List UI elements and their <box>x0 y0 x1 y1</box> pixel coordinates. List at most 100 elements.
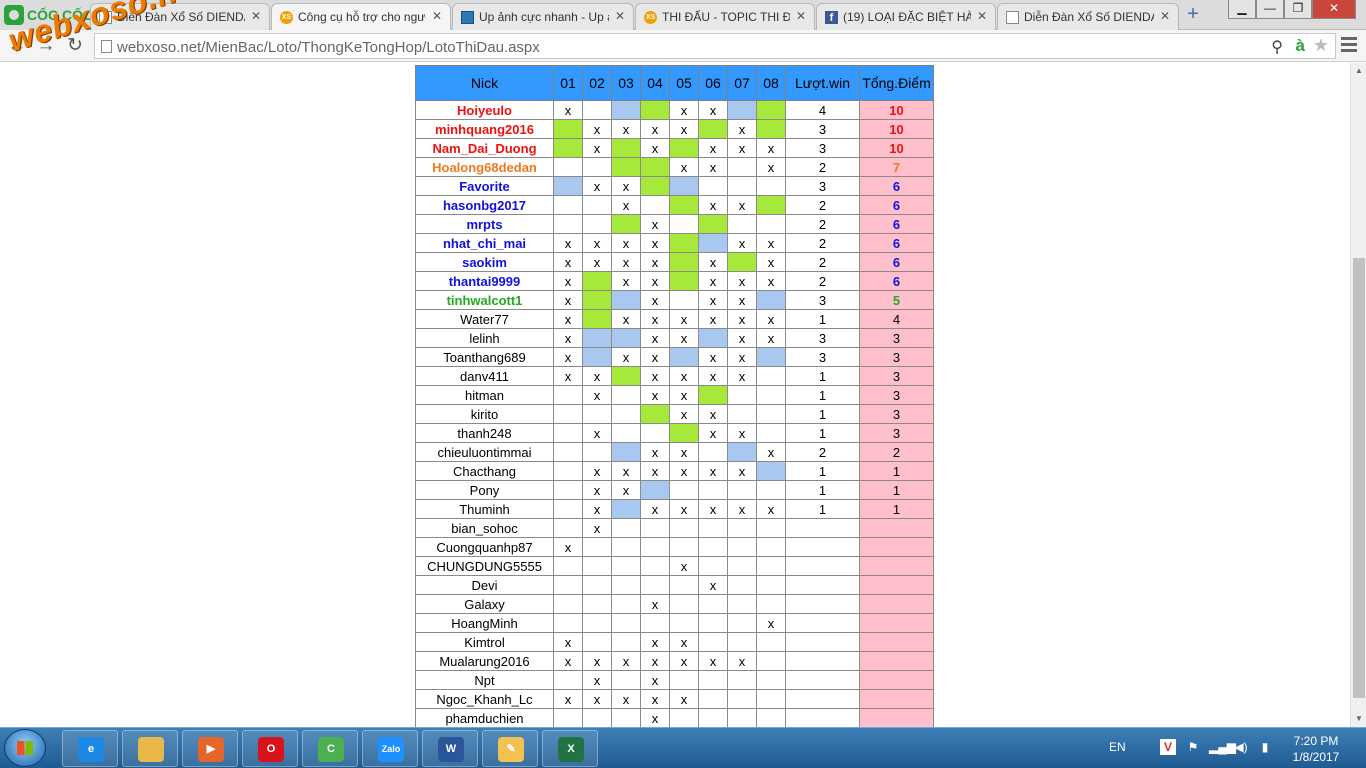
nick-cell[interactable]: kirito <box>415 404 554 424</box>
pick-cell-05 <box>669 252 699 272</box>
tab-2-active[interactable]: XS Công cụ hỗ trợ cho người ✕ <box>271 3 451 30</box>
scroll-up-icon[interactable]: ▲ <box>1351 63 1366 79</box>
column-header-02[interactable]: 02 <box>582 65 612 101</box>
taskbar-button[interactable]: Zalo <box>362 730 418 767</box>
url-text[interactable]: webxoso.net/MienBac/Loto/ThongKeTongHop/… <box>117 39 540 56</box>
search-icon[interactable]: ⚲ <box>1271 37 1283 57</box>
nick-cell[interactable]: Chacthang <box>415 461 554 481</box>
column-header-08[interactable]: 08 <box>756 65 786 101</box>
column-header-07[interactable]: 07 <box>727 65 757 101</box>
flag-icon[interactable]: ⚑ <box>1185 739 1201 755</box>
clock-time[interactable]: 7:20 PM <box>1288 734 1344 748</box>
nick-cell[interactable]: mrpts <box>415 214 554 234</box>
nick-cell[interactable]: Galaxy <box>415 594 554 614</box>
bookmark-star-icon[interactable]: ★ <box>1313 35 1329 56</box>
window-close-button[interactable]: ✕ <box>1312 0 1356 19</box>
nick-cell[interactable]: nhat_chi_mai <box>415 233 554 253</box>
nick-cell[interactable]: danv411 <box>415 366 554 386</box>
tab-4[interactable]: XS THI ĐẤU - TOPIC THI ĐẤU ✕ <box>635 3 815 30</box>
nick-cell[interactable]: Ngoc_Khanh_Lc <box>415 689 554 709</box>
taskbar-button[interactable]: C <box>302 730 358 767</box>
close-icon[interactable]: ✕ <box>615 9 625 23</box>
nick-cell[interactable]: Favorite <box>415 176 554 196</box>
nick-cell[interactable]: minhquang2016 <box>415 119 554 139</box>
tab-3[interactable]: Up ảnh cực nhanh - Up ảnh ✕ <box>452 3 634 30</box>
volume-icon[interactable]: ◀) <box>1233 739 1249 755</box>
nick-cell[interactable]: phamduchien <box>415 708 554 727</box>
table-row: saokim x x x x x x 2 6 <box>415 252 934 272</box>
taskbar-button[interactable] <box>122 730 178 767</box>
column-header-wins[interactable]: Lượt.win <box>785 65 860 101</box>
taskbar-button[interactable]: e <box>62 730 118 767</box>
pick-cell-02 <box>582 575 612 595</box>
nick-cell[interactable]: Cuongquanhp87 <box>415 537 554 557</box>
nick-cell[interactable]: Nam_Dai_Duong <box>415 138 554 158</box>
nick-cell[interactable]: Hoiyeulo <box>415 100 554 120</box>
pick-cell-01: x <box>553 309 583 329</box>
restore-button[interactable]: — <box>1256 0 1284 19</box>
close-icon[interactable]: ✕ <box>977 9 987 23</box>
wins-cell <box>785 537 860 557</box>
table-header-row: Nick 01 02 03 04 05 06 07 08 Lượt.win Tổ… <box>415 65 934 101</box>
close-icon[interactable]: ✕ <box>796 9 806 23</box>
start-button[interactable] <box>4 729 46 767</box>
nick-cell[interactable]: tinhwalcott1 <box>415 290 554 310</box>
nick-cell[interactable]: bian_sohoc <box>415 518 554 538</box>
menu-icon[interactable] <box>1338 34 1360 56</box>
wins-cell: 1 <box>785 404 860 424</box>
scrollbar-thumb[interactable] <box>1353 258 1365 698</box>
column-header-03[interactable]: 03 <box>611 65 641 101</box>
vietnamese-input-icon[interactable]: à <box>1296 36 1305 56</box>
language-indicator[interactable]: EN <box>1109 740 1126 754</box>
nick-cell[interactable]: Npt <box>415 670 554 690</box>
taskbar-button[interactable]: ✎ <box>482 730 538 767</box>
maximize-button[interactable]: ❐ <box>1284 0 1312 19</box>
nick-cell[interactable]: Devi <box>415 575 554 595</box>
column-header-04[interactable]: 04 <box>640 65 670 101</box>
nick-cell[interactable]: Pony <box>415 480 554 500</box>
pick-cell-07: x <box>727 328 757 348</box>
column-header-05[interactable]: 05 <box>669 65 699 101</box>
column-header-total[interactable]: Tổng.Điểm <box>859 65 934 101</box>
nick-cell[interactable]: thanh248 <box>415 423 554 443</box>
new-tab-button[interactable]: + <box>1182 4 1204 26</box>
pick-cell-02 <box>582 442 612 462</box>
close-icon[interactable]: ✕ <box>1160 9 1170 23</box>
nick-cell[interactable]: HoangMinh <box>415 613 554 633</box>
nick-cell[interactable]: Kimtrol <box>415 632 554 652</box>
vertical-scrollbar[interactable]: ▲ ▼ <box>1350 63 1366 727</box>
nick-cell[interactable]: chieuluontimmai <box>415 442 554 462</box>
antivirus-icon[interactable]: V <box>1160 739 1176 755</box>
nick-cell[interactable]: lelinh <box>415 328 554 348</box>
nick-cell[interactable]: Toanthang689 <box>415 347 554 367</box>
nick-cell[interactable]: CHUNGDUNG5555 <box>415 556 554 576</box>
nick-cell[interactable]: hasonbg2017 <box>415 195 554 215</box>
score-table: Nick 01 02 03 04 05 06 07 08 Lượt.win Tổ… <box>415 65 934 727</box>
column-header-06[interactable]: 06 <box>698 65 728 101</box>
tab-5[interactable]: f (19) LOẠI ĐẶC BIỆT HÀNG ✕ <box>816 3 996 30</box>
taskbar-button[interactable]: O <box>242 730 298 767</box>
taskbar-button[interactable]: W <box>422 730 478 767</box>
nick-cell[interactable]: hitman <box>415 385 554 405</box>
nick-cell[interactable]: saokim <box>415 252 554 272</box>
network-signal-icon[interactable]: ▂▄▆ <box>1209 739 1236 755</box>
close-icon[interactable]: ✕ <box>432 9 442 23</box>
scroll-down-icon[interactable]: ▼ <box>1351 711 1366 727</box>
pick-cell-07: x <box>727 233 757 253</box>
battery-icon[interactable]: ▮ <box>1257 739 1273 755</box>
address-bar[interactable]: webxoso.net/MienBac/Loto/ThongKeTongHop/… <box>94 33 1336 59</box>
nick-cell[interactable]: thantai9999 <box>415 271 554 291</box>
taskbar-button[interactable]: X <box>542 730 598 767</box>
close-icon[interactable]: ✕ <box>251 9 261 23</box>
nick-cell[interactable]: Hoalong68dedan <box>415 157 554 177</box>
minimize-button[interactable]: ▁ <box>1228 0 1256 19</box>
column-header-nick[interactable]: Nick <box>415 65 554 101</box>
pick-cell-08 <box>756 100 786 120</box>
clock-date[interactable]: 1/8/2017 <box>1285 750 1347 764</box>
nick-cell[interactable]: Water77 <box>415 309 554 329</box>
tab-6[interactable]: Diễn Đàn Xổ Số DIENDAN ✕ <box>997 3 1179 30</box>
taskbar-button[interactable]: ▶ <box>182 730 238 767</box>
column-header-01[interactable]: 01 <box>553 65 583 101</box>
nick-cell[interactable]: Thuminh <box>415 499 554 519</box>
nick-cell[interactable]: Mualarung2016 <box>415 651 554 671</box>
